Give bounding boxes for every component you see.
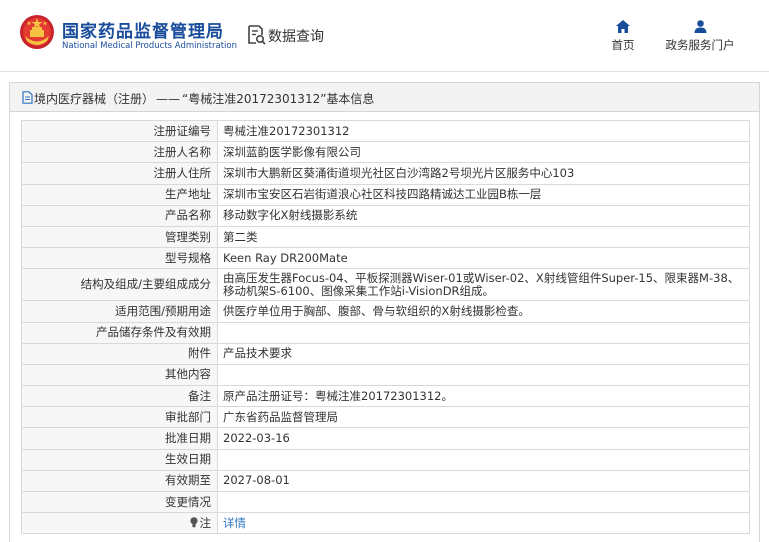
document-search-icon	[248, 25, 266, 45]
field-label: 有效期至	[21, 469, 218, 493]
field-label: 结构及组成/主要组成成分	[21, 268, 218, 302]
field-value: 广东省药品监督管理局	[217, 406, 750, 429]
breadcrumb-title: “粤械注准20172301312”基本信息	[182, 92, 375, 106]
field-value: 详情	[217, 512, 750, 535]
field-label: 管理类别	[21, 225, 218, 249]
table-row: 结构及组成/主要组成成分 由高压发生器Focus-04、平板探测器Wiser-01…	[21, 268, 750, 302]
table-row: 其他内容	[21, 363, 750, 387]
field-value: 深圳蓝韵医学影像有限公司	[217, 141, 750, 164]
info-panel: 境内医疗器械（注册） —— “粤械注准20172301312”基本信息 注册证编号粤…	[9, 82, 760, 542]
data-query-label: 数据查询	[268, 29, 324, 45]
field-label: 产品储存条件及有效期	[21, 321, 218, 344]
table-row: 审批部门 广东省药品监督管理局	[21, 406, 750, 429]
note-label-cell: 注	[21, 512, 218, 535]
home-icon	[616, 20, 630, 33]
field-label: 审批部门	[21, 406, 218, 429]
table-row: 批准日期 2022-03-16	[21, 427, 750, 450]
national-emblem-icon	[20, 15, 54, 49]
field-label: 注册证编号	[21, 119, 218, 143]
field-value: 原产品注册证号：粤械注准20172301312。	[217, 385, 750, 408]
field-value: 深圳市大鹏新区葵涌街道坝光社区白沙湾路2号坝光片区服务中心103	[217, 162, 750, 185]
device-info-table: 注册证编号 粤械注准20172301312 注册人名称 深圳蓝韵医学影像有限公司 注…	[21, 119, 750, 535]
field-label: 其他内容	[21, 363, 218, 387]
nav-home[interactable]: 首页	[608, 20, 638, 53]
field-value	[217, 363, 750, 387]
field-value: 由高压发生器Focus-04、平板探测器Wiser-01或Wiser-02、X射…	[217, 268, 750, 302]
field-label: 注册人住所	[21, 162, 218, 185]
table-row: 注 详情	[21, 512, 750, 535]
header-divider	[0, 71, 769, 72]
document-icon	[22, 91, 33, 104]
table-row: 管理类别 第二类	[21, 225, 750, 249]
field-label: 产品名称	[21, 204, 218, 227]
agency-name: 国家药品监督管理局	[62, 22, 224, 42]
nav-service-label: 政务服务门户	[665, 38, 735, 52]
table-row: 注册证编号 粤械注准20172301312	[21, 119, 750, 143]
table-row: 附件 产品技术要求	[21, 342, 750, 365]
table-row: 产品名称 移动数字化X射线摄影系统	[21, 204, 750, 227]
field-value: 2027-08-01	[217, 469, 750, 493]
field-label: 适用范围/预期用途	[21, 300, 218, 323]
table-row: 注册人住所 深圳市大鹏新区葵涌街道坝光社区白沙湾路2号坝光片区服务中心103	[21, 162, 750, 185]
panel-header: 境内医疗器械（注册） —— “粤械注准20172301312”基本信息	[10, 83, 759, 112]
detail-link[interactable]: 详情	[223, 516, 246, 530]
breadcrumb-section-link[interactable]: 境内医疗器械（注册）	[34, 92, 154, 106]
table-row: 备注 原产品注册证号：粤械注准20172301312。	[21, 385, 750, 408]
nav-home-label: 首页	[611, 38, 635, 52]
field-label: 注册人名称	[21, 141, 218, 164]
table-row: 变更情况	[21, 490, 750, 514]
field-value	[217, 321, 750, 344]
field-value	[217, 490, 750, 514]
site-header: 国家药品监督管理局 National Medical Products Admi…	[0, 0, 769, 70]
nav-service-portal[interactable]: 政务服务门户	[660, 20, 740, 53]
field-label: 变更情况	[21, 490, 218, 514]
field-value: 粤械注准20172301312	[217, 119, 750, 143]
field-label: 备注	[21, 385, 218, 408]
field-label: 生产地址	[21, 183, 218, 206]
table-row: 注册人名称 深圳蓝韵医学影像有限公司	[21, 141, 750, 164]
table-row: 适用范围/预期用途 供医疗单位用于胸部、腹部、骨与软组织的X射线摄影检查。	[21, 300, 750, 323]
field-value: 移动数字化X射线摄影系统	[217, 204, 750, 227]
field-label: 批准日期	[21, 427, 218, 450]
table-row: 生效日期	[21, 448, 750, 471]
field-label: 型号规格	[21, 247, 218, 270]
table-row: 有效期至 2027-08-01	[21, 469, 750, 493]
user-icon	[694, 20, 706, 33]
breadcrumb-separator: ——	[156, 92, 181, 106]
breadcrumb: 境内医疗器械（注册） —— “粤械注准20172301312”基本信息	[34, 90, 374, 107]
field-value: 第二类	[217, 225, 750, 249]
field-value: 深圳市宝安区石岩街道浪心社区科技四路精诚达工业园B栋一层	[217, 183, 750, 206]
table-row: 产品储存条件及有效期	[21, 321, 750, 344]
field-value: 供医疗单位用于胸部、腹部、骨与软组织的X射线摄影检查。	[217, 300, 750, 323]
field-value: 2022-03-16	[217, 427, 750, 450]
lightbulb-icon	[189, 516, 198, 527]
field-value	[217, 448, 750, 471]
field-value: Keen Ray DR200Mate	[217, 247, 750, 270]
field-value: 产品技术要求	[217, 342, 750, 365]
field-label: 注	[199, 515, 212, 530]
field-label: 附件	[21, 342, 218, 365]
field-label: 生效日期	[21, 448, 218, 471]
agency-name-english: National Medical Products Administration	[62, 41, 237, 51]
table-row: 型号规格 Keen Ray DR200Mate	[21, 247, 750, 270]
table-row: 生产地址 深圳市宝安区石岩街道浪心社区科技四路精诚达工业园B栋一层	[21, 183, 750, 206]
